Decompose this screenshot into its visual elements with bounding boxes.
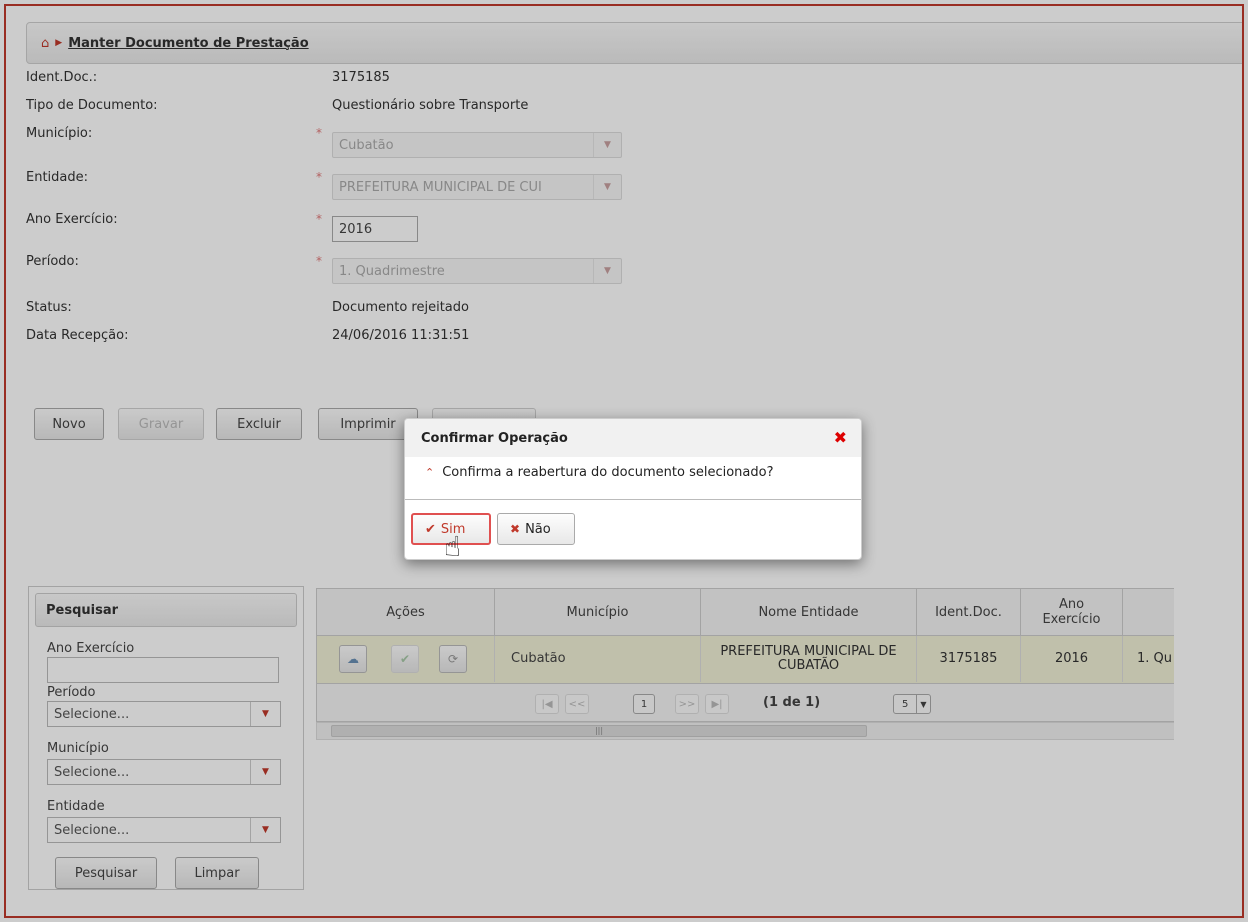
close-icon[interactable]: ✖ bbox=[834, 428, 847, 447]
hand-cursor-icon: ☝ bbox=[444, 530, 462, 563]
dialog-divider bbox=[405, 499, 861, 500]
dialog-message: ⌃ Confirma a reabertura do documento sele… bbox=[425, 465, 773, 480]
caret-up-icon: ⌃ bbox=[425, 466, 435, 479]
dialog-message-text: Confirma a reabertura do documento selec… bbox=[442, 465, 774, 480]
confirm-dialog: Confirmar Operação ✖ ⌃ Confirma a reabert… bbox=[404, 418, 862, 560]
no-button[interactable]: ✖ Não bbox=[497, 513, 575, 545]
no-label: Não bbox=[525, 521, 551, 537]
check-icon: ✔ bbox=[425, 521, 436, 537]
x-icon: ✖ bbox=[510, 522, 521, 536]
dialog-title: Confirmar Operação bbox=[421, 431, 568, 446]
